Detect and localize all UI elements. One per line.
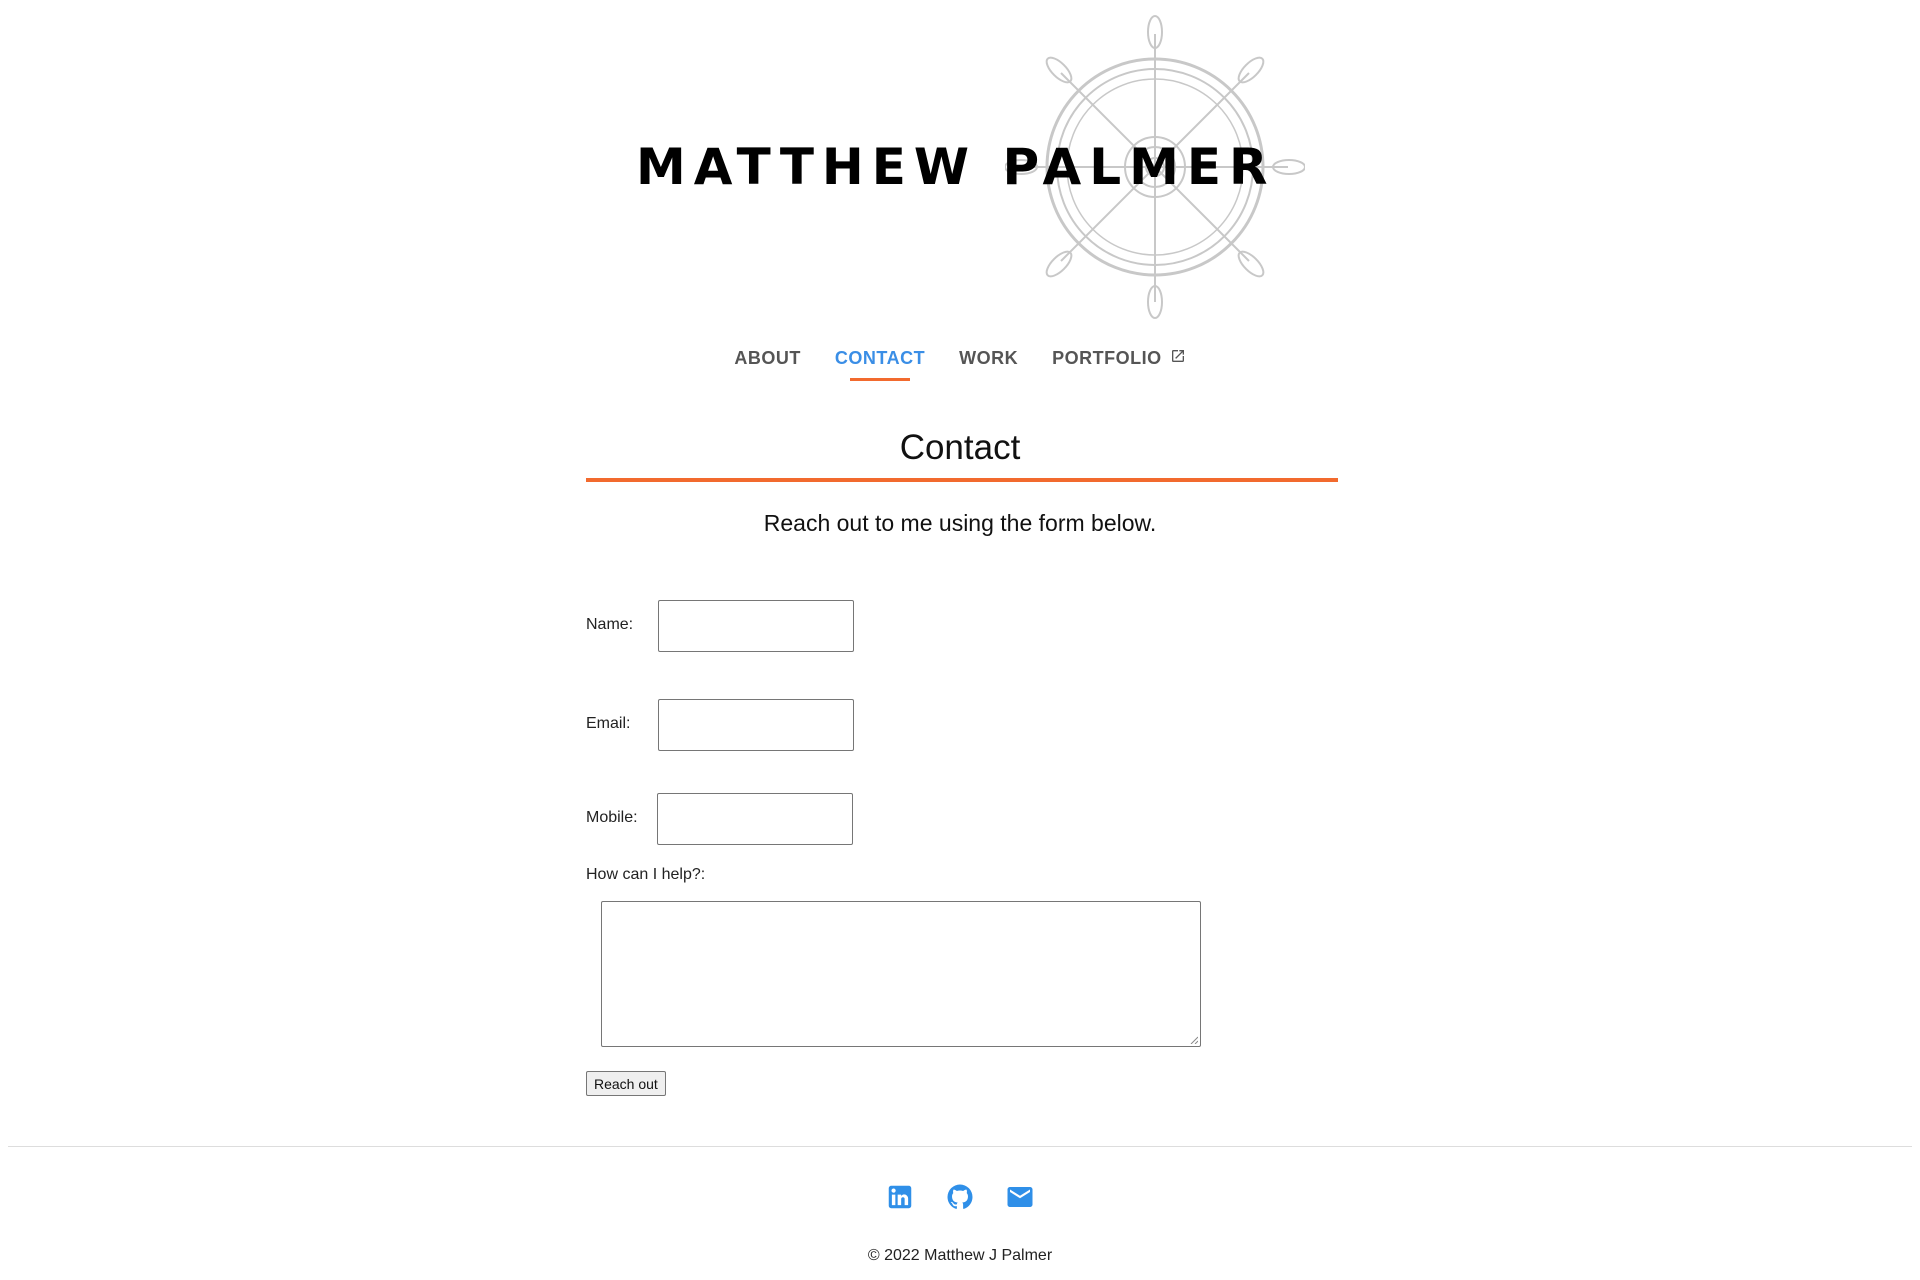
- site-name: MATTHEW PALMER: [636, 138, 1276, 196]
- nav-item-label: PORTFOLIO: [1052, 348, 1162, 368]
- mobile-field[interactable]: [657, 793, 853, 845]
- nav-item-work[interactable]: WORK: [942, 344, 1035, 383]
- intro-text: Reach out to me using the form below.: [763, 510, 1157, 536]
- site-logo[interactable]: MATTHEW PALMER: [630, 12, 1310, 322]
- resize-grip-icon[interactable]: [1190, 1036, 1198, 1044]
- nav-item-label: CONTACT: [834, 348, 926, 368]
- nav-item-label: ABOUT: [734, 348, 801, 368]
- name-label: Name:: [586, 616, 634, 633]
- linkedin-icon: [888, 1185, 912, 1209]
- github-icon: [947, 1184, 973, 1209]
- email-link[interactable]: [1005, 1180, 1035, 1214]
- main-nav: ABOUT CONTACT WORK PORTFOLIO: [0, 344, 1920, 383]
- nav-item-contact[interactable]: CONTACT: [818, 344, 942, 383]
- name-field[interactable]: [658, 600, 854, 652]
- page: MATTHEW PALMER ABOUT CONTACT WORK PORTFO…: [0, 0, 1920, 1280]
- github-link[interactable]: [945, 1180, 975, 1214]
- email-label: Email:: [586, 715, 631, 732]
- nav-item-label: WORK: [959, 348, 1019, 368]
- page-title: Contact: [899, 428, 1021, 467]
- nav-item-about[interactable]: ABOUT: [717, 344, 818, 383]
- reach-out-button[interactable]: Reach out: [586, 1071, 666, 1096]
- mobile-label: Mobile:: [586, 809, 638, 826]
- message-label: How can I help?:: [586, 866, 706, 883]
- email-icon: [1007, 1187, 1033, 1207]
- linkedin-link[interactable]: [885, 1180, 915, 1214]
- email-field[interactable]: [658, 699, 854, 751]
- nav-item-portfolio[interactable]: PORTFOLIO: [1035, 344, 1203, 383]
- active-indicator: [850, 378, 910, 381]
- external-link-icon: [1170, 348, 1186, 369]
- message-textarea[interactable]: [601, 901, 1201, 1047]
- title-divider: [586, 478, 1338, 482]
- footer-divider: [8, 1146, 1912, 1147]
- copyright-text: © 2022 Matthew J Palmer: [867, 1247, 1053, 1264]
- social-links: [0, 1180, 1920, 1214]
